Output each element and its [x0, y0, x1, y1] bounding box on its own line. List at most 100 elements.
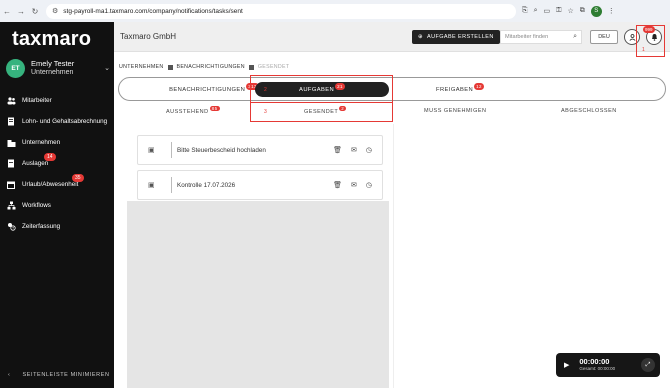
sidebar-item-zeiterfassung[interactable]: Zeiterfassung [0, 216, 114, 237]
sidebar-item-label: Workflows [22, 202, 51, 209]
tab-label: FREIGABEN [436, 86, 474, 93]
search-placeholder: Mitarbeiter finden [505, 34, 549, 40]
reload-icon[interactable]: ↻ [28, 7, 42, 16]
annotation-highlight-aufgaben [250, 75, 393, 103]
password-key-icon[interactable]: ⚿ [556, 7, 561, 15]
employee-search-input[interactable]: Mitarbeiter finden ⌕ [500, 30, 582, 44]
play-icon[interactable]: ▶ [564, 361, 569, 369]
back-icon[interactable]: ← [0, 7, 14, 16]
language-button[interactable]: DEU [590, 30, 618, 44]
tab-label: BENACHRICHTIGUNGEN [169, 86, 246, 93]
minimize-label: SEITENLEISTE MINIMIEREN [22, 372, 110, 378]
tab-label: ABGESCHLOSSEN [561, 108, 617, 114]
trash-icon[interactable]: 🗑 [333, 146, 342, 154]
annotation-number: 2 [264, 87, 267, 93]
sidebar-item-label: Urlaub/Abwesenheit [22, 181, 79, 188]
user-name: Emely Tester [31, 59, 75, 68]
search-icon[interactable]: ⌕ [573, 33, 577, 41]
task-list-empty-area [127, 201, 389, 388]
annotation-highlight-bell [636, 25, 665, 57]
sidebar-item-label: Unternehmen [22, 139, 61, 146]
zoom-icon[interactable]: ⌕ [534, 7, 538, 15]
sidebar: taxmaro ET Emely Tester Unternehmen ⌄ Mi… [0, 22, 114, 388]
translate-icon[interactable]: ⎘ [522, 7, 528, 15]
annotation-number: 1 [642, 47, 645, 53]
users-icon [6, 96, 16, 106]
tab-badge: 12 [474, 83, 484, 90]
sidebar-item-label: Mitarbeiter [22, 97, 52, 104]
envelope-open-icon[interactable]: ✉ [351, 146, 357, 154]
sidebar-item-label: Lohn- und Gehaltsabrechnung [22, 118, 108, 125]
recording-player: ▶ 00:00:00 Gesamt: 00:00:00 ⤢ [556, 353, 660, 377]
document-icon [6, 117, 16, 127]
address-bar[interactable]: ⚙ stg-payroll-ma1.taxmaro.com/company/no… [46, 3, 516, 19]
sidebar-nav: Mitarbeiter Lohn- und Gehaltsabrechnung … [0, 90, 114, 237]
auslagen-badge: 14 [44, 153, 56, 161]
extensions-icon[interactable]: ⧉ [580, 7, 585, 15]
chevron-left-icon: ‹ [8, 372, 11, 378]
breadcrumb: UNTERNEHMEN BENACHRICHTIGUNGEN GESENDET [119, 64, 289, 70]
annotation-number: 3 [264, 109, 267, 115]
breadcrumb-gesendet: GESENDET [257, 64, 290, 70]
player-time: 00:00:00 [579, 357, 610, 366]
cast-icon[interactable]: ▭ [544, 7, 551, 15]
user-icon [629, 33, 635, 41]
breadcrumb-unternehmen[interactable]: UNTERNEHMEN [119, 64, 164, 70]
tab-label: AUSSTEHEND [166, 109, 209, 115]
tab-muss-genehmigen[interactable]: MUSS GENEHMIGEN [424, 108, 487, 114]
app-logo: taxmaro [12, 28, 92, 50]
calendar-icon [6, 180, 16, 190]
app-header: Taxmaro GmbH ⊕ AUFGABE ERSTELLEN Mitarbe… [114, 22, 670, 57]
tab-ausstehend[interactable]: AUSSTEHEND85 [166, 106, 220, 115]
task-title: Kontrolle 17.07.2026 [177, 181, 236, 189]
tab-abgeschlossen[interactable]: ABGESCHLOSSEN [561, 108, 617, 114]
tab-freigaben[interactable]: FREIGABEN 12 [409, 82, 511, 97]
sidebar-item-urlaub[interactable]: Urlaub/Abwesenheit 35 [0, 174, 114, 195]
forward-icon[interactable]: → [14, 7, 28, 16]
minimize-sidebar-button[interactable]: ‹ SEITENLEISTE MINIMIEREN [8, 372, 110, 378]
list-item[interactable]: ▣ Bitte Steuerbescheid hochladen 🗑 ✉ ◷ [137, 135, 383, 165]
user-switcher[interactable]: ET Emely Tester Unternehmen ⌄ [6, 57, 110, 79]
sidebar-item-unternehmen[interactable]: Unternehmen [0, 132, 114, 153]
browser-menu-icon[interactable]: ⋮ [608, 7, 615, 15]
sidebar-item-auslagen[interactable]: Auslagen 14 [0, 153, 114, 174]
divider [171, 142, 172, 158]
bookmark-star-icon[interactable]: ☆ [567, 7, 573, 15]
building-icon [6, 138, 16, 148]
chevron-down-icon: ⌄ [104, 65, 110, 72]
sidebar-item-workflows[interactable]: Workflows [0, 195, 114, 216]
sidebar-item-mitarbeiter[interactable]: Mitarbeiter [0, 90, 114, 111]
task-title: Bitte Steuerbescheid hochladen [177, 146, 266, 154]
clock-check-icon[interactable]: ◷ [366, 181, 372, 189]
plus-circle-icon: ⊕ [418, 34, 424, 40]
sidebar-item-lohn[interactable]: Lohn- und Gehaltsabrechnung [0, 111, 114, 132]
divider [171, 177, 172, 193]
browser-profile-avatar[interactable]: S [590, 5, 602, 17]
envelope-open-icon[interactable]: ✉ [351, 181, 357, 189]
tab-label: MUSS GENEHMIGEN [424, 108, 487, 114]
clock-check-icon[interactable]: ◷ [366, 146, 372, 154]
url-text: stg-payroll-ma1.taxmaro.com/company/noti… [63, 7, 243, 15]
calendar-check-icon: ▣ [148, 182, 155, 189]
expand-icon[interactable]: ⤢ [641, 358, 655, 372]
list-item[interactable]: ▣ Kontrolle 17.07.2026 🗑 ✉ ◷ [137, 170, 383, 200]
create-task-label: AUFGABE ERSTELLEN [427, 34, 494, 40]
urlaub-badge: 35 [72, 174, 84, 182]
annotation-highlight-gesendet [250, 102, 393, 122]
breadcrumb-benachrichtigungen[interactable]: BENACHRICHTIGUNGEN [177, 64, 245, 70]
workflow-icon [6, 201, 16, 211]
avatar: ET [6, 58, 25, 78]
sidebar-item-label: Auslagen [22, 160, 49, 167]
breadcrumb-separator [167, 64, 173, 70]
trash-icon[interactable]: 🗑 [333, 181, 342, 189]
calendar-check-icon: ▣ [148, 147, 155, 154]
player-total: Gesamt: 00:00:00 [579, 366, 616, 371]
task-detail-panel [393, 124, 666, 388]
create-task-button[interactable]: ⊕ AUFGABE ERSTELLEN [412, 30, 500, 44]
sidebar-item-label: Zeiterfassung [22, 223, 61, 230]
time-tracking-icon [6, 222, 16, 232]
site-settings-icon[interactable]: ⚙ [52, 7, 58, 15]
tab-badge: 85 [209, 106, 220, 111]
company-name: Taxmaro GmbH [120, 32, 177, 41]
receipt-icon [6, 159, 16, 169]
